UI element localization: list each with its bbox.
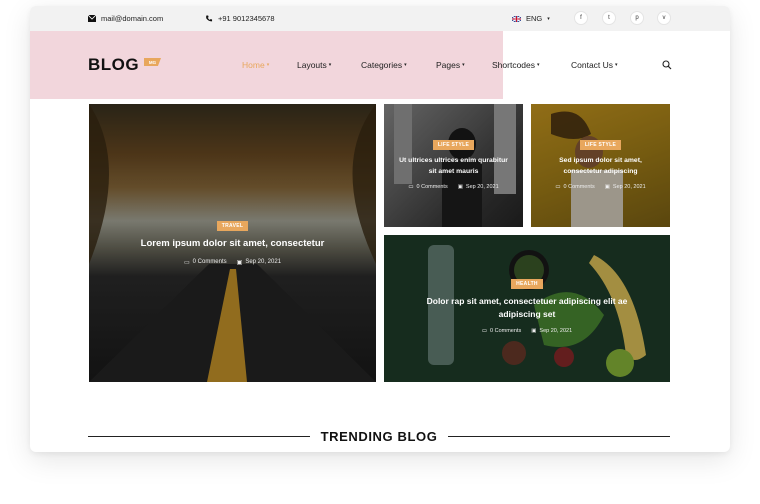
category-badge[interactable]: LIFE STYLE (432, 140, 475, 150)
pinterest-icon[interactable]: p (630, 11, 644, 25)
post-info: LIFE STYLE Ut ultrices ultrices enim qur… (384, 140, 523, 190)
post-card[interactable]: HEALTH Dolor rap sit amet, consectetuer … (384, 235, 670, 382)
email-text: mail@domain.com (101, 14, 164, 23)
nav-label: Shortcodes (492, 60, 535, 70)
trending-section-heading: TRENDING BLOG (88, 429, 670, 444)
post-meta: ▭ 0 Comments ▣ Sep 20, 2021 (482, 328, 572, 334)
divider (448, 436, 670, 437)
comments-count: 0 Comments (192, 259, 227, 266)
nav-home[interactable]: Home ▾ (242, 60, 269, 70)
comment-icon: ▭ (183, 259, 190, 266)
post-date: Sep 20, 2021 (245, 259, 282, 266)
comments-count: 0 Comments (416, 184, 448, 191)
search-icon[interactable] (662, 60, 672, 70)
browser-frame: mail@domain.com +91 9012345678 ENG ▾ f t… (30, 6, 730, 452)
calendar-icon: ▣ (531, 328, 537, 335)
post-meta: ▭ 0 Comments ▣ Sep 20, 2021 (555, 184, 645, 190)
date-meta: ▣ Sep 20, 2021 (605, 184, 646, 190)
comments-count: 0 Comments (490, 328, 522, 335)
post-meta: ▭ 0 Comments ▣ Sep 20, 2021 (184, 259, 281, 266)
chevron-down-icon: ▾ (615, 62, 618, 68)
category-badge[interactable]: HEALTH (511, 279, 543, 289)
post-card[interactable]: LIFE STYLE Ut ultrices ultrices enim qur… (384, 104, 523, 227)
chevron-down-icon: ▾ (328, 62, 332, 68)
nav-contact-us[interactable]: Contact Us ▾ (571, 60, 618, 70)
title-line: consectetur adipiscing (563, 167, 638, 175)
post-title[interactable]: Sed ipsum dolor sit amet, consectetur ad… (559, 156, 642, 177)
calendar-icon: ▣ (236, 259, 243, 266)
calendar-icon: ▣ (604, 184, 610, 191)
nav-pages[interactable]: Pages ▾ (436, 60, 465, 70)
phone-contact[interactable]: +91 9012345678 (205, 14, 275, 23)
comments-meta[interactable]: ▭ 0 Comments (184, 259, 227, 266)
chevron-down-icon: ▾ (537, 62, 540, 68)
nav-label: Contact Us (571, 60, 614, 70)
comments-meta[interactable]: ▭ 0 Comments (408, 184, 447, 190)
post-date: Sep 20, 2021 (465, 184, 499, 191)
post-info: TRAVEL Lorem ipsum dolor sit amet, conse… (89, 221, 376, 266)
phone-text: +91 9012345678 (218, 14, 275, 23)
chevron-down-icon: ▾ (547, 15, 550, 22)
language-label: ENG (526, 14, 543, 23)
post-card[interactable]: LIFE STYLE Sed ipsum dolor sit amet, con… (531, 104, 670, 227)
nav-label: Categories (361, 60, 403, 70)
post-meta: ▭ 0 Comments ▣ Sep 20, 2021 (408, 184, 498, 190)
title-line: adipiscing set (498, 309, 556, 320)
category-badge[interactable]: LIFE STYLE (579, 140, 622, 150)
chevron-down-icon: ▾ (266, 62, 270, 68)
language-select[interactable]: ENG ▾ (512, 14, 550, 23)
title-line: Sed ipsum dolor sit amet, (559, 157, 642, 164)
uk-flag-icon (512, 15, 521, 22)
comment-icon: ▭ (408, 184, 414, 191)
nav-categories[interactable]: Categories ▾ (361, 60, 407, 70)
twitter-icon[interactable]: t (602, 11, 616, 25)
post-info: LIFE STYLE Sed ipsum dolor sit amet, con… (531, 140, 670, 190)
date-meta: ▣ Sep 20, 2021 (531, 328, 572, 334)
comments-meta[interactable]: ▭ 0 Comments (482, 328, 521, 334)
comment-icon: ▭ (555, 184, 561, 191)
nav-label: Pages (436, 60, 461, 70)
nav-shortcodes[interactable]: Shortcodes ▾ (492, 60, 540, 70)
date-meta: ▣ Sep 20, 2021 (237, 259, 281, 266)
post-title[interactable]: Ut ultrices ultrices enim qurabitur sit … (399, 156, 508, 177)
category-badge[interactable]: TRAVEL (216, 221, 249, 231)
vimeo-icon[interactable]: v (657, 11, 671, 25)
post-date: Sep 20, 2021 (539, 328, 573, 335)
comment-icon: ▭ (481, 328, 488, 335)
post-card-featured[interactable]: TRAVEL Lorem ipsum dolor sit amet, conse… (89, 104, 376, 382)
phone-icon (206, 15, 213, 22)
title-line: Dolor rap sit amet, consectetuer adipisc… (426, 296, 628, 306)
comments-meta[interactable]: ▭ 0 Comments (555, 184, 594, 190)
date-meta: ▣ Sep 20, 2021 (458, 184, 499, 190)
nav-layouts[interactable]: Layouts ▾ (297, 60, 331, 70)
post-title[interactable]: Lorem ipsum dolor sit amet, consectetur (141, 237, 325, 252)
facebook-icon[interactable]: f (574, 11, 588, 25)
mail-icon (88, 15, 96, 22)
chevron-down-icon: ▾ (462, 62, 465, 68)
logo[interactable]: BLOG (88, 55, 139, 75)
post-title[interactable]: Dolor rap sit amet, consectetuer adipisc… (427, 295, 628, 321)
title-line: sit amet mauris (428, 167, 479, 175)
chevron-down-icon: ▾ (404, 62, 407, 68)
title-line: Ut ultrices ultrices enim qurabitur (399, 157, 508, 164)
post-date: Sep 20, 2021 (612, 184, 646, 191)
title-line: Lorem ipsum dolor sit amet, consectetur (140, 238, 325, 249)
nav-label: Layouts (297, 60, 327, 70)
email-contact[interactable]: mail@domain.com (88, 14, 163, 23)
nav-label: Home (242, 60, 265, 70)
top-bar: mail@domain.com +91 9012345678 ENG ▾ f t… (30, 6, 730, 31)
comments-count: 0 Comments (563, 184, 595, 191)
post-info: HEALTH Dolor rap sit amet, consectetuer … (384, 279, 670, 334)
calendar-icon: ▣ (457, 184, 463, 191)
